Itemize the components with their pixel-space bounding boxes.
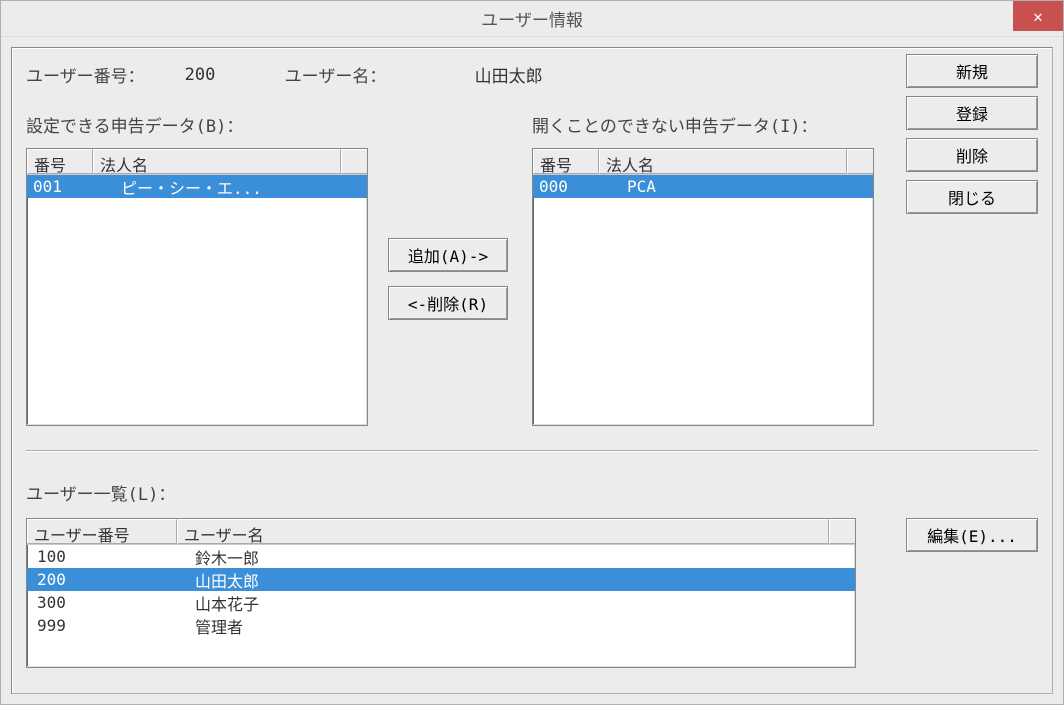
- list-header: ユーザー番号 ユーザー名: [27, 519, 855, 545]
- available-data-list[interactable]: 番号 法人名 001ピー・シー・エ...: [26, 148, 368, 426]
- close-icon: ✕: [1033, 7, 1043, 26]
- user-list[interactable]: ユーザー番号 ユーザー名 100鈴木一郎200山田太郎300山本花子999管理者: [26, 518, 856, 668]
- list-row[interactable]: 001ピー・シー・エ...: [27, 175, 367, 198]
- user-name-value: 山田太郎: [475, 62, 543, 87]
- col-header-filler: [847, 149, 873, 174]
- row-no: 300: [31, 593, 177, 612]
- row-no: 999: [31, 616, 177, 635]
- remove-button[interactable]: <-削除(R): [388, 286, 508, 320]
- row-no: 200: [31, 570, 177, 589]
- row-name: ピー・シー・エ...: [93, 175, 262, 199]
- client-area: ユーザー番号： 200 ユーザー名： 山田太郎 設定できる申告データ(B)： 開…: [11, 47, 1053, 694]
- divider: [26, 450, 1038, 452]
- col-header-corp[interactable]: 法人名: [93, 149, 341, 174]
- delete-button[interactable]: 削除: [906, 138, 1038, 172]
- row-no: 100: [31, 547, 177, 566]
- row-name: 管理者: [177, 614, 243, 638]
- row-name: 山本花子: [177, 591, 259, 615]
- window-close-button[interactable]: ✕: [1013, 1, 1063, 31]
- register-button[interactable]: 登録: [906, 96, 1038, 130]
- transfer-buttons: 追加(A)-> <-削除(R): [388, 238, 508, 320]
- col-header-user-name[interactable]: ユーザー名: [177, 519, 829, 544]
- edit-button[interactable]: 編集(E)...: [906, 518, 1038, 552]
- user-list-title: ユーザー一覧(L)：: [26, 480, 175, 505]
- col-header-filler: [829, 519, 855, 544]
- user-no-label: ユーザー番号：: [26, 62, 145, 87]
- list-row[interactable]: 100鈴木一郎: [27, 545, 855, 568]
- left-list-title: 設定できる申告データ(B)：: [26, 112, 243, 137]
- user-info-row: ユーザー番号： 200 ユーザー名： 山田太郎: [26, 62, 1038, 87]
- close-button[interactable]: 閉じる: [906, 180, 1038, 214]
- list-row[interactable]: 000PCA: [533, 175, 873, 198]
- row-no: 001: [31, 177, 93, 196]
- row-name: 鈴木一郎: [177, 545, 259, 569]
- right-list-title: 開くことのできない申告データ(I)：: [532, 112, 818, 137]
- row-name: PCA: [599, 177, 656, 196]
- edit-button-container: 編集(E)...: [906, 518, 1038, 552]
- list-row[interactable]: 200山田太郎: [27, 568, 855, 591]
- col-header-filler: [341, 149, 367, 174]
- list-row[interactable]: 300山本花子: [27, 591, 855, 614]
- list-row[interactable]: 999管理者: [27, 614, 855, 637]
- list-header: 番号 法人名: [533, 149, 873, 175]
- restricted-data-list[interactable]: 番号 法人名 000PCA: [532, 148, 874, 426]
- window-title: ユーザー情報: [481, 6, 583, 31]
- row-no: 000: [537, 177, 599, 196]
- side-buttons: 新規 登録 削除 閉じる: [906, 54, 1038, 214]
- user-no-value: 200: [185, 65, 275, 85]
- col-header-corp[interactable]: 法人名: [599, 149, 847, 174]
- title-bar: ユーザー情報 ✕: [1, 1, 1063, 37]
- user-name-label: ユーザー名：: [285, 62, 465, 87]
- dialog-window: ユーザー情報 ✕ ユーザー番号： 200 ユーザー名： 山田太郎 設定できる申告…: [0, 0, 1064, 705]
- col-header-user-no[interactable]: ユーザー番号: [27, 519, 177, 544]
- row-name: 山田太郎: [177, 568, 259, 592]
- add-button[interactable]: 追加(A)->: [388, 238, 508, 272]
- col-header-no[interactable]: 番号: [27, 149, 93, 174]
- new-button[interactable]: 新規: [906, 54, 1038, 88]
- list-header: 番号 法人名: [27, 149, 367, 175]
- col-header-no[interactable]: 番号: [533, 149, 599, 174]
